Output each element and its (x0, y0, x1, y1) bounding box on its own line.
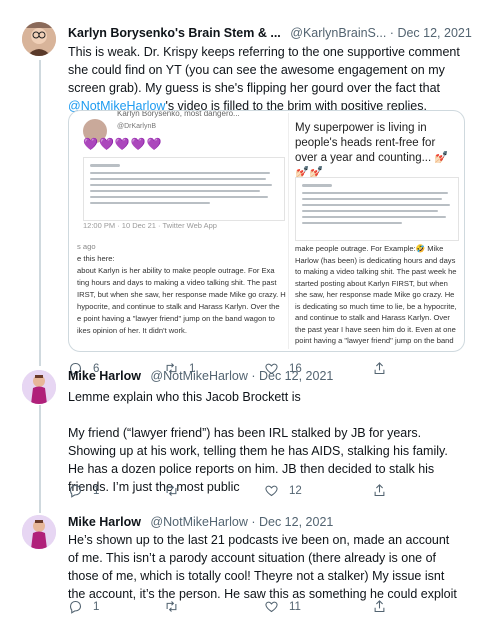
crop-line: IRST, but when she saw, her response mad… (77, 290, 286, 299)
share-icon (374, 484, 385, 497)
avatar-image (22, 515, 56, 549)
reply-button[interactable]: 1 (68, 599, 99, 614)
screenshot-hearts: 💜💜💜💜💜 (83, 137, 163, 151)
tweet-text-part: This is weak. Dr. Krispy keeps referring… (68, 45, 460, 95)
author-name[interactable]: Karlyn Borysenko's Brain Stem & ... (68, 26, 281, 40)
crop-line: ikes opinion of her. It didn't work. (77, 326, 187, 335)
thread-line (39, 405, 41, 513)
tweet-paragraph: He’s shown up to the last 21 podcasts iv… (68, 533, 457, 601)
author-handle[interactable]: @NotMikeHarlow (150, 369, 247, 383)
retweet-icon (166, 601, 177, 612)
avatar[interactable] (22, 370, 56, 404)
crop-line: about Karlyn is her ability to make peop… (77, 266, 275, 275)
retweet-button[interactable] (164, 599, 189, 614)
avatar[interactable] (22, 22, 56, 56)
screenshot-inner-card (83, 157, 285, 221)
crop-line: ting hours and days to making a video ta… (77, 278, 277, 287)
reply-icon (69, 484, 82, 498)
tweet-actions: 1 11 (68, 599, 441, 615)
tweet-header: Karlyn Borysenko's Brain Stem & ... @Kar… (68, 26, 472, 40)
retweet-button[interactable] (164, 483, 189, 498)
tweet-paragraph: Lemme explain who this Jacob Brockett is (68, 390, 301, 404)
author-name[interactable]: Mike Harlow (68, 515, 141, 529)
screenshot-caption: My superpower is living in people's head… (295, 122, 449, 179)
reply-count: 1 (93, 600, 100, 613)
tweet-header: Mike Harlow @NotMikeHarlow · Dec 12, 202… (68, 369, 333, 383)
attached-image[interactable]: Karlyn Borysenko, most dangero... @DrKar… (68, 110, 465, 352)
like-count: 12 (289, 484, 302, 497)
author-name[interactable]: Mike Harlow (68, 369, 141, 383)
screenshot-footer: 12:00 PM · 10 Dec 21 · Twitter Web App (83, 221, 217, 230)
tweet-date[interactable]: Dec 12, 2021 (397, 26, 471, 40)
like-button[interactable]: 11 (264, 599, 301, 614)
screenshot-left: Karlyn Borysenko, most dangero... @DrKar… (73, 110, 289, 349)
tweet-date[interactable]: Dec 12, 2021 (259, 515, 333, 529)
share-button[interactable] (372, 599, 387, 614)
crop-line: e this here: (77, 254, 115, 263)
share-button[interactable] (372, 361, 387, 376)
avatar-image (22, 370, 56, 404)
screenshot-body: make people outrage. For Example:🤣 Mike … (295, 244, 457, 345)
crop-line: hypocrite, and continue to stalk and Har… (77, 302, 280, 311)
tweet-text: This is weak. Dr. Krispy keeps referring… (68, 43, 465, 115)
screenshot-header-name: Karlyn Borysenko, most dangero... (117, 110, 240, 118)
retweet-icon (166, 485, 177, 496)
reply-button[interactable]: 1 (68, 483, 99, 498)
tweet-text: He’s shown up to the last 21 podcasts iv… (68, 531, 463, 603)
separator: · (251, 369, 259, 383)
screenshot-handle: @DrKarlynB (117, 123, 157, 130)
crop-label: s ago (77, 242, 96, 251)
like-count: 11 (289, 600, 301, 613)
avatar-image (22, 22, 56, 56)
heart-icon (265, 485, 278, 497)
author-handle[interactable]: @KarlynBrainS... (290, 26, 386, 40)
reply-icon (69, 600, 82, 614)
separator: · (251, 515, 259, 529)
thread-line (39, 60, 41, 366)
share-icon (374, 362, 385, 375)
share-button[interactable] (372, 483, 387, 498)
avatar[interactable] (22, 515, 56, 549)
crop-line: e point having a "lawyer friend" jump on… (77, 314, 275, 323)
tweet-actions: 1 12 (68, 483, 441, 499)
tweet-header: Mike Harlow @NotMikeHarlow · Dec 12, 202… (68, 515, 333, 529)
screenshot-crop: s ago e this here: about Karlyn is her a… (73, 241, 288, 349)
reply-count: 1 (93, 484, 100, 497)
tweet-text: Lemme explain who this Jacob Brockett is… (68, 388, 463, 496)
share-icon (374, 600, 385, 613)
like-button[interactable]: 12 (264, 483, 302, 498)
heart-icon (265, 601, 278, 613)
screenshot-inner-card (295, 177, 459, 241)
tweet-date[interactable]: Dec 12, 2021 (259, 369, 333, 383)
screenshot-right: My superpower is living in people's head… (291, 113, 461, 349)
author-handle[interactable]: @NotMikeHarlow (150, 515, 247, 529)
